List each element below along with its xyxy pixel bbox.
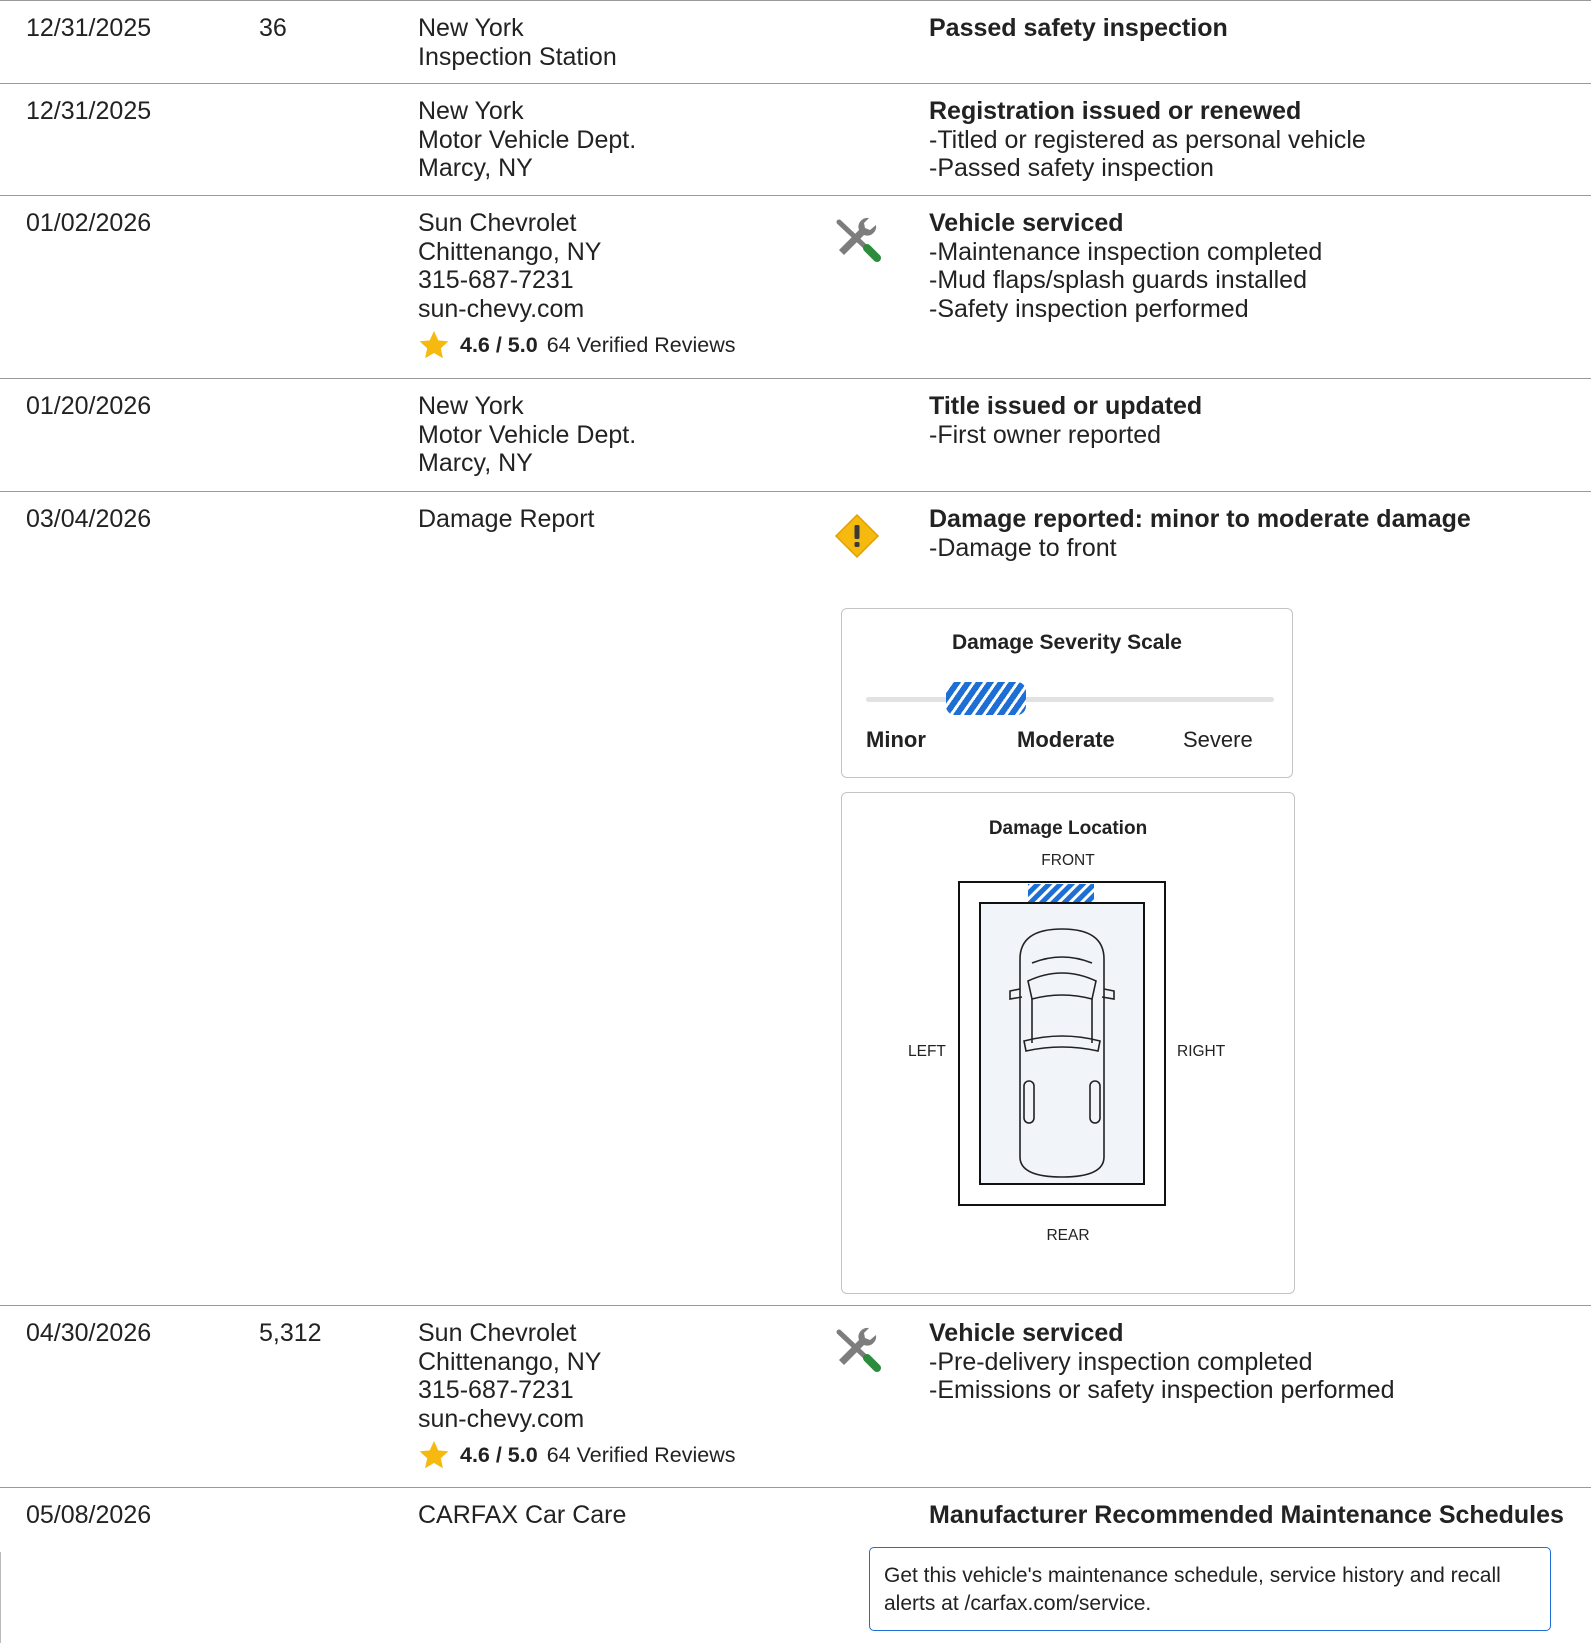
record-date: 12/31/2025: [26, 14, 152, 42]
vehicle-diagram: [958, 881, 1166, 1206]
source-line: Chittenango, NY: [418, 237, 602, 266]
rating-score: 4.6 / 5.0: [460, 1442, 538, 1467]
comment-bullet: Pre-delivery inspection completed: [929, 1348, 1394, 1377]
dealer-phone[interactable]: 315-687-7231: [418, 266, 736, 295]
source-line: New York: [418, 392, 524, 420]
source-line: Marcy, NY: [418, 449, 533, 477]
record-odometer: 36: [259, 14, 287, 42]
damage-location-panel: Damage Location FRONT REAR LEFT RIGHT: [841, 792, 1295, 1294]
label-left: LEFT: [908, 1043, 946, 1060]
comment-bullet: Safety inspection performed: [929, 295, 1322, 324]
comment-bullet: Maintenance inspection completed: [929, 238, 1322, 267]
record-source: Sun Chevrolet Chittenango, NY 315-687-72…: [418, 209, 736, 361]
damage-area-front: [1028, 884, 1094, 902]
source-line: New York: [418, 97, 524, 125]
source-line: Motor Vehicle Dept.: [418, 420, 637, 449]
record-comments: Vehicle serviced Pre-delivery inspection…: [929, 1319, 1394, 1405]
record-comments: Registration issued or renewed Titled or…: [929, 97, 1366, 183]
dealer-rating[interactable]: 4.6 / 5.0 64 Verified Reviews: [418, 329, 736, 361]
history-row: 12/31/2025 36 New York Inspection Statio…: [0, 0, 1591, 84]
history-row: 01/20/2026 New York Motor Vehicle Dept. …: [0, 378, 1591, 492]
dealer-name[interactable]: Sun Chevrolet: [418, 1319, 736, 1348]
comment-heading: Vehicle serviced: [929, 1319, 1124, 1347]
comment-bullet: Emissions or safety inspection performed: [929, 1376, 1394, 1405]
comment-bullet: Titled or registered as personal vehicle: [929, 126, 1365, 155]
source-line: Marcy, NY: [418, 154, 533, 182]
history-row: 01/02/2026 Sun Chevrolet Chittenango, NY…: [0, 195, 1591, 379]
location-title: Damage Location: [988, 818, 1148, 839]
dealer-website-link[interactable]: sun-chevy.com: [418, 1405, 736, 1434]
severity-fill: [946, 682, 1026, 715]
comment-bullet: First owner reported: [929, 421, 1202, 450]
record-date: 01/20/2026: [26, 392, 152, 420]
history-row: 03/04/2026 Damage Report Damage reported…: [0, 491, 1591, 1306]
maintenance-schedule-link[interactable]: Get this vehicle's maintenance schedule,…: [869, 1547, 1551, 1631]
record-source: New York Inspection Station: [418, 14, 617, 71]
comment-bullet: Damage to front: [929, 534, 1471, 563]
label-front: FRONT: [1041, 852, 1095, 869]
comment-heading: Passed safety inspection: [929, 14, 1228, 42]
record-source: CARFAX Car Care: [418, 1501, 626, 1530]
dealer-website-link[interactable]: sun-chevy.com: [418, 295, 736, 324]
record-source: New York Motor Vehicle Dept. Marcy, NY: [418, 392, 636, 478]
source-line: CARFAX Car Care: [418, 1501, 627, 1529]
dealer-rating[interactable]: 4.6 / 5.0 64 Verified Reviews: [418, 1439, 736, 1471]
record-comments: Passed safety inspection: [929, 14, 1228, 43]
damage-warning-icon: [833, 512, 881, 560]
record-comments: Manufacturer Recommended Maintenance Sch…: [929, 1501, 1564, 1530]
record-source: Sun Chevrolet Chittenango, NY 315-687-72…: [418, 1319, 736, 1471]
record-date: 05/08/2026: [26, 1501, 152, 1529]
record-odometer: 5,312: [259, 1319, 322, 1347]
record-date: 12/31/2025: [26, 97, 152, 125]
comment-bullet: Passed safety inspection: [929, 154, 1366, 183]
severity-label-severe: Severe: [1183, 727, 1253, 752]
record-source: Damage Report: [418, 505, 594, 534]
record-date: 04/30/2026: [26, 1319, 152, 1347]
history-row: 12/31/2025 New York Motor Vehicle Dept. …: [0, 83, 1591, 196]
star-icon: [419, 1441, 449, 1469]
star-icon: [419, 331, 449, 359]
severity-label-minor: Minor: [866, 727, 926, 752]
severity-label-moderate: Moderate: [1017, 727, 1115, 752]
comment-heading: Damage reported: minor to moderate damag…: [929, 505, 1471, 533]
source-line: Chittenango, NY: [418, 1347, 602, 1376]
record-date: 01/02/2026: [26, 209, 152, 237]
left-edge-divider: [0, 1552, 1, 1643]
review-count: 64 Verified Reviews: [546, 1442, 736, 1467]
severity-track: [866, 697, 1274, 702]
record-comments: Title issued or updated First owner repo…: [929, 392, 1202, 449]
dealer-phone[interactable]: 315-687-7231: [418, 1376, 736, 1405]
rating-score: 4.6 / 5.0: [460, 332, 538, 357]
record-comments: Damage reported: minor to moderate damag…: [929, 505, 1471, 562]
record-source: New York Motor Vehicle Dept. Marcy, NY: [418, 97, 636, 183]
comment-heading: Title issued or updated: [929, 392, 1203, 420]
record-date: 03/04/2026: [26, 505, 152, 533]
review-count: 64 Verified Reviews: [546, 332, 736, 357]
source-line: Damage Report: [418, 505, 595, 533]
damage-severity-scale: Damage Severity Scale Minor Moderate Sev…: [841, 608, 1293, 778]
history-row: 04/30/2026 5,312 Sun Chevrolet Chittenan…: [0, 1305, 1591, 1488]
comment-heading: Registration issued or renewed: [929, 97, 1302, 125]
label-rear: REAR: [1046, 1227, 1090, 1244]
service-tools-icon: [833, 214, 881, 262]
source-line: Motor Vehicle Dept.: [418, 125, 637, 154]
record-comments: Vehicle serviced Maintenance inspection …: [929, 209, 1322, 323]
source-line: Inspection Station: [418, 42, 617, 71]
comment-bullet: Mud flaps/splash guards installed: [929, 266, 1322, 295]
comment-heading: Vehicle serviced: [929, 209, 1124, 237]
comment-heading: Manufacturer Recommended Maintenance Sch…: [929, 1501, 1564, 1529]
service-tools-icon: [833, 1324, 881, 1372]
label-right: RIGHT: [1177, 1043, 1226, 1060]
dealer-name[interactable]: Sun Chevrolet: [418, 209, 736, 238]
source-line: New York: [418, 14, 524, 42]
severity-title: Damage Severity Scale: [952, 631, 1182, 654]
